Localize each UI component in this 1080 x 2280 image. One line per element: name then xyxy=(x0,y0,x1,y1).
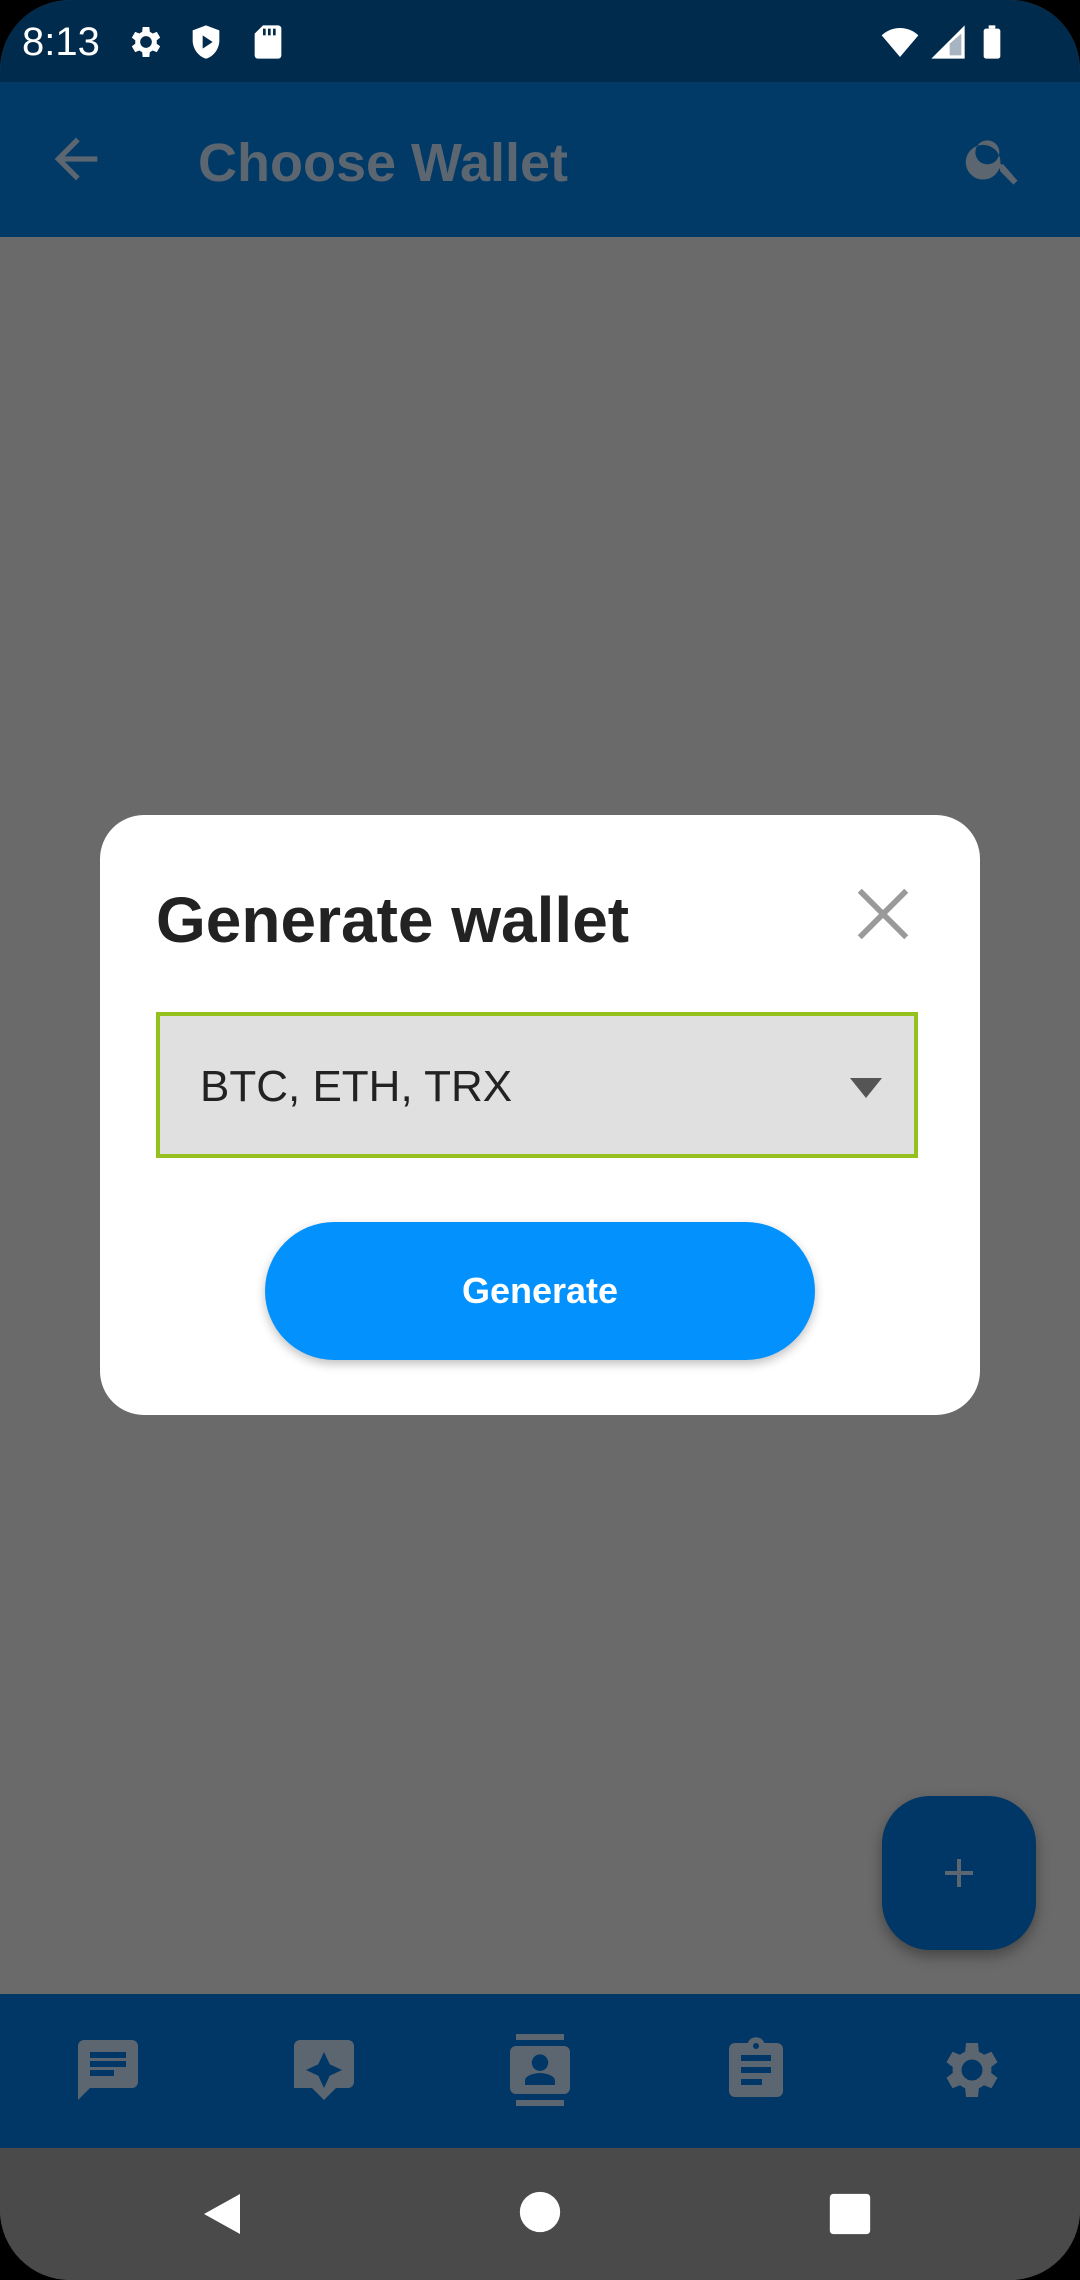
dialog-title: Generate wallet xyxy=(156,884,630,956)
generate-wallet-dialog: Generate wallet BTC, ETH, TRX Generate xyxy=(100,815,980,1415)
plus-icon xyxy=(945,1859,973,1887)
shield-icon xyxy=(192,25,220,59)
recents-square-icon[interactable] xyxy=(828,2192,872,2236)
phone-screen: 8:13 Choose Wallet Generate wallet BTC, … xyxy=(0,0,1080,2280)
back-triangle-icon[interactable] xyxy=(200,2190,248,2238)
generate-button[interactable]: Generate xyxy=(265,1222,815,1360)
contacts-icon[interactable] xyxy=(504,2034,576,2106)
battery-icon xyxy=(983,25,1001,59)
sparkle-chat-icon[interactable] xyxy=(288,2034,360,2106)
page-title: Choose Wallet xyxy=(198,133,569,193)
settings-icon xyxy=(131,27,161,57)
search-icon[interactable] xyxy=(962,127,1026,191)
status-time: 8:13 xyxy=(22,20,100,64)
system-navigation-bar xyxy=(0,2148,1080,2280)
wifi-icon xyxy=(881,28,919,57)
dropdown-arrow-icon xyxy=(850,1078,882,1098)
chat-icon[interactable] xyxy=(72,2034,144,2106)
currency-select-value: BTC, ETH, TRX xyxy=(200,1062,513,1111)
sd-card-icon xyxy=(254,25,282,59)
close-icon[interactable] xyxy=(852,883,914,945)
signal-icon xyxy=(931,25,965,59)
clipboard-icon[interactable] xyxy=(720,2034,792,2106)
app-bar: Choose Wallet xyxy=(0,82,1080,237)
home-circle-icon[interactable] xyxy=(518,2190,562,2234)
settings-nav-icon[interactable] xyxy=(936,2034,1008,2106)
add-wallet-fab[interactable] xyxy=(882,1796,1036,1950)
arrow-back-icon[interactable] xyxy=(44,127,108,191)
bottom-navigation xyxy=(0,1994,1080,2148)
status-bar: 8:13 xyxy=(0,0,1080,82)
currency-select[interactable]: BTC, ETH, TRX xyxy=(156,1012,918,1158)
